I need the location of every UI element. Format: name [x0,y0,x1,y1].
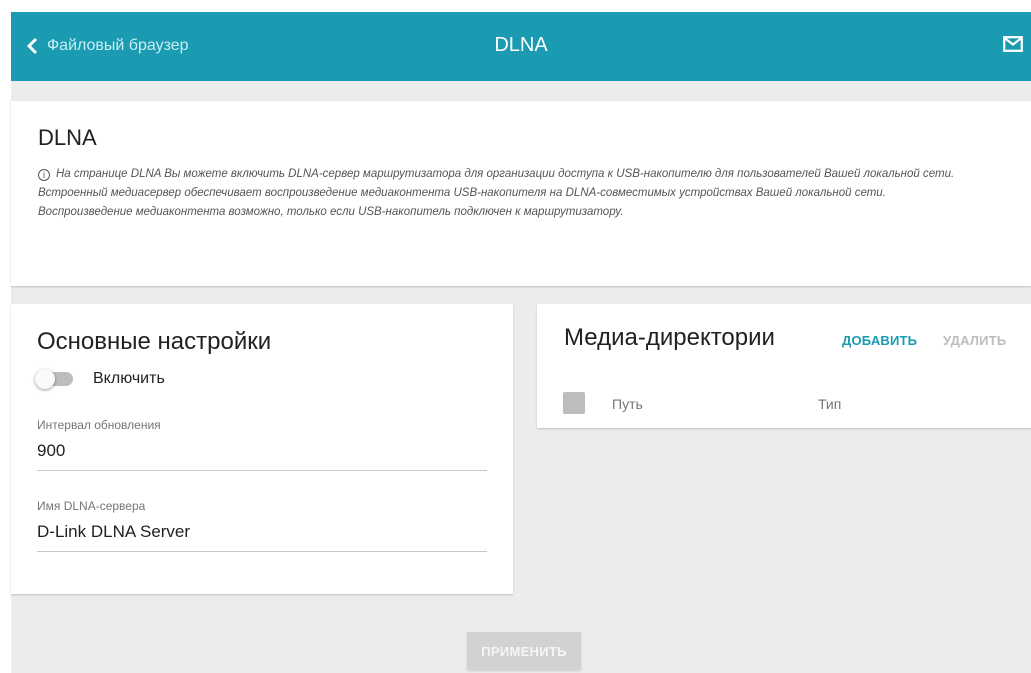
interval-input[interactable] [37,432,487,471]
server-name-field: Имя DLNA-сервера [37,499,487,552]
basic-settings-card: Основные настройки Включить Интервал обн… [11,304,513,594]
column-header-path: Путь [612,396,643,412]
top-bar: Файловый браузер DLNA [11,12,1031,81]
interval-field: Интервал обновления [37,418,487,471]
toggle-track[interactable] [35,369,73,389]
page-title: DLNA [494,34,548,56]
interval-label: Интервал обновления [37,418,161,432]
info-icon: i [38,169,50,181]
media-directories-title: Медиа-директории [564,324,775,351]
toggle-knob[interactable] [35,369,55,389]
mail-icon [1003,36,1023,52]
info-line: i На странице DLNA Вы можете включить DLN… [38,165,1013,184]
media-directories-card: Медиа-директории ДОБАВИТЬ УДАЛИТЬ Путь Т… [537,304,1031,428]
basic-settings-title: Основные настройки [37,328,272,355]
delete-button[interactable]: УДАЛИТЬ [943,333,1006,348]
select-all-checkbox[interactable] [563,392,585,414]
add-button[interactable]: ДОБАВИТЬ [842,333,917,348]
server-name-label: Имя DLNA-сервера [37,499,146,513]
info-card: DLNA i На странице DLNA Вы можете включит… [11,101,1031,286]
info-title: DLNA [38,125,97,150]
info-line: Встроенный медиасервер обеспечивает восп… [38,187,886,199]
enable-label: Включить [93,370,165,387]
server-name-input[interactable] [37,513,487,552]
info-text: i На странице DLNA Вы можете включить DLN… [38,165,1013,222]
info-line: Воспроизведение медиаконтента возможно, … [38,206,624,218]
enable-toggle[interactable]: Включить [35,369,165,389]
info-line-text: На странице DLNA Вы можете включить DLNA… [56,168,955,180]
notifications-button[interactable] [1003,36,1023,57]
column-header-type: Тип [818,396,842,412]
apply-button[interactable]: ПРИМЕНИТЬ [467,632,581,670]
